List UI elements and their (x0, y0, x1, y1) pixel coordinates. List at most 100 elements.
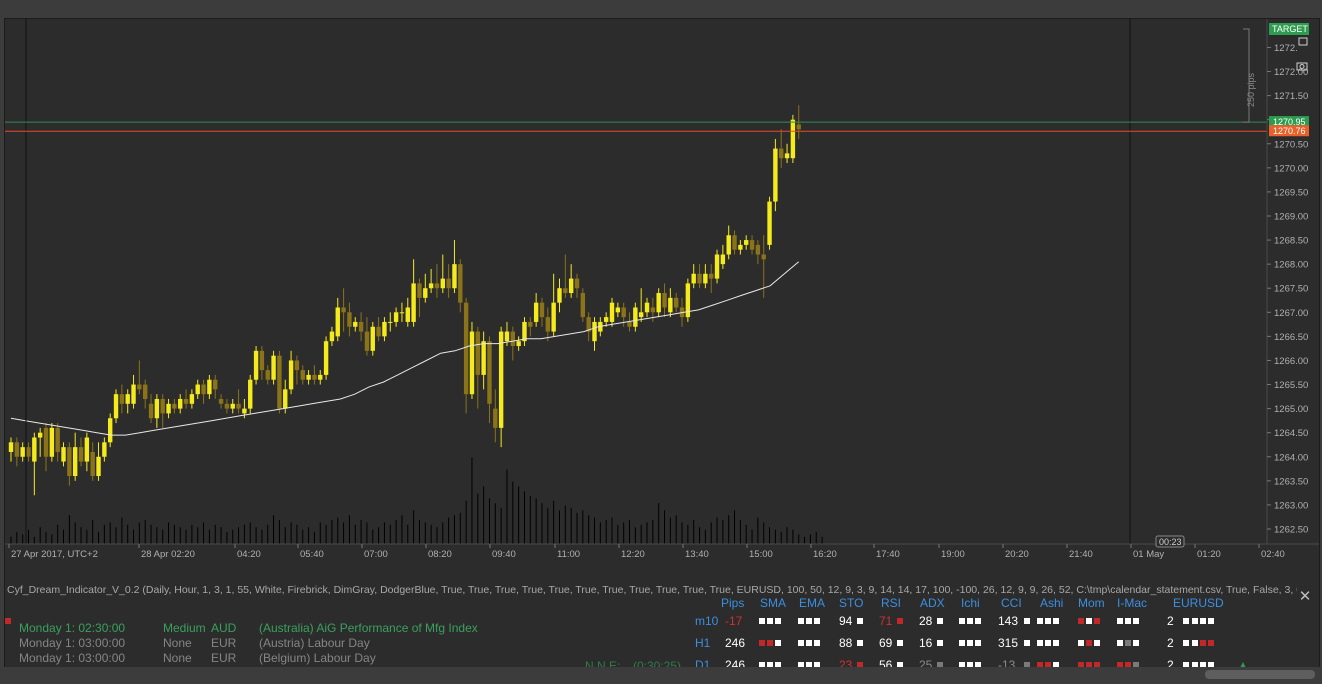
candle-body (107, 418, 113, 443)
candle-body (20, 447, 25, 457)
candle-body (452, 264, 457, 289)
candle-body (557, 288, 562, 303)
candle-body (440, 278, 445, 289)
event-time: Monday 1: 02:30:00 (19, 621, 126, 635)
candle-body (119, 394, 125, 404)
price-tick-label: 1268.50 (1274, 236, 1308, 247)
candle-body (329, 331, 335, 342)
horizontal-scrollbar[interactable] (0, 667, 1322, 684)
indicator-header: Ichi (961, 596, 980, 610)
indicator-header: EMA (799, 596, 826, 610)
signal-square (1192, 640, 1198, 646)
signal-square (975, 640, 981, 646)
time-tick-label: 09:40 (492, 549, 516, 560)
time-tick-label: 08:20 (428, 549, 452, 560)
candle-body (773, 148, 778, 202)
signal-square (1037, 618, 1043, 624)
candle-body (166, 403, 171, 414)
candle-body (207, 379, 212, 395)
time-tick-label: 21:40 (1069, 549, 1093, 560)
candle-body (236, 403, 241, 409)
signal-square (1183, 640, 1189, 646)
signal-square (814, 618, 820, 624)
event-impact: Medium (163, 621, 206, 635)
candle-body (154, 398, 160, 419)
candle-body (353, 321, 358, 327)
candle-body (551, 302, 556, 332)
candle-body (673, 297, 679, 308)
price-tick-label: 1267.50 (1274, 284, 1308, 295)
candle-body (370, 326, 375, 351)
time-tick-label: 27 Apr 2017, UTC+2 (11, 549, 98, 560)
close-icon[interactable]: ✕ (1297, 589, 1313, 605)
candle-body (271, 355, 276, 380)
candle-body (580, 293, 586, 318)
candle-body (603, 317, 609, 322)
price-tick-label: 1265.00 (1274, 404, 1308, 415)
price-tick-label: 1266.50 (1274, 332, 1308, 343)
signal-square (1045, 640, 1051, 646)
candle-body (364, 331, 370, 351)
target-label-text: TARGET (1272, 24, 1308, 34)
candle-body (143, 384, 148, 399)
price-tick-label: 1262.50 (1274, 525, 1308, 536)
signal-square (759, 618, 765, 624)
time-tick-label: 19:00 (941, 549, 965, 560)
price-tick-label: 1269.50 (1274, 187, 1308, 198)
candle-body (218, 398, 224, 404)
price-tick-label: 1270.00 (1274, 163, 1308, 174)
candle-body (732, 235, 737, 250)
candle-body (411, 283, 416, 322)
candle-body (428, 283, 434, 289)
price-chart[interactable]: 1272.1272.001271.501271.001270.501270.00… (5, 19, 1319, 579)
indicator-pips: 246 (725, 636, 746, 650)
candle-body (318, 374, 323, 380)
candle-body (335, 307, 340, 337)
indicator-timeframe: m10 (695, 614, 719, 628)
time-tick-label: 05:40 (300, 549, 324, 560)
event-text: (Belgium) Labour Day (259, 651, 376, 665)
candle-body (697, 273, 702, 284)
indicator-header: Ashi (1040, 596, 1064, 610)
candle-body (131, 384, 136, 404)
signal-square (1208, 618, 1214, 624)
chart-window: 1272.1272.001271.501271.001270.501270.00… (4, 18, 1320, 673)
candle-body (96, 456, 101, 477)
candle-body (300, 370, 305, 380)
event-text: (Austria) Labour Day (259, 636, 370, 650)
candle-body (767, 201, 772, 245)
event-impact: None (163, 651, 192, 665)
candle-body (796, 124, 801, 130)
candle-body (393, 312, 399, 322)
event-currency: EUR (211, 651, 237, 665)
price-tick-label: 1267.00 (1274, 308, 1308, 319)
candle-body (650, 307, 656, 313)
indicator-cci: 143 (998, 614, 1019, 628)
time-tick-label: 28 Apr 02:20 (141, 549, 195, 560)
indicator-sto: 88 (839, 636, 853, 650)
candle-body (504, 331, 510, 342)
candle-body (703, 273, 708, 284)
candle-body (113, 394, 119, 419)
candle-body (405, 307, 410, 322)
candle-body (487, 341, 492, 404)
signal-square (959, 618, 965, 624)
indicator-panel: Cyf_Dream_Indicator_V_0.2 (Daily, Hour, … (5, 579, 1319, 673)
countdown-text: 00:23 (1159, 537, 1182, 547)
candle-body (481, 341, 486, 375)
candle-body (341, 307, 346, 313)
candle-body (423, 288, 428, 298)
time-tick-label: 20:20 (1005, 549, 1029, 560)
candle-body (627, 321, 632, 327)
indicator-title: Cyf_Dream_Indicator_V_0.2 (Daily, Hour, … (7, 584, 1297, 596)
scrollbar-thumb[interactable] (1205, 670, 1315, 679)
signal-square (897, 618, 903, 624)
candle-body (720, 254, 726, 265)
event-text: (Australia) AiG Performance of Mfg Index (259, 621, 478, 635)
signal-square (857, 640, 863, 646)
candle-body (347, 312, 352, 327)
time-tick-label: 12:20 (621, 549, 645, 560)
signal-square (1200, 618, 1206, 624)
time-tick-label: 04:20 (237, 549, 261, 560)
candle-body (306, 374, 311, 380)
